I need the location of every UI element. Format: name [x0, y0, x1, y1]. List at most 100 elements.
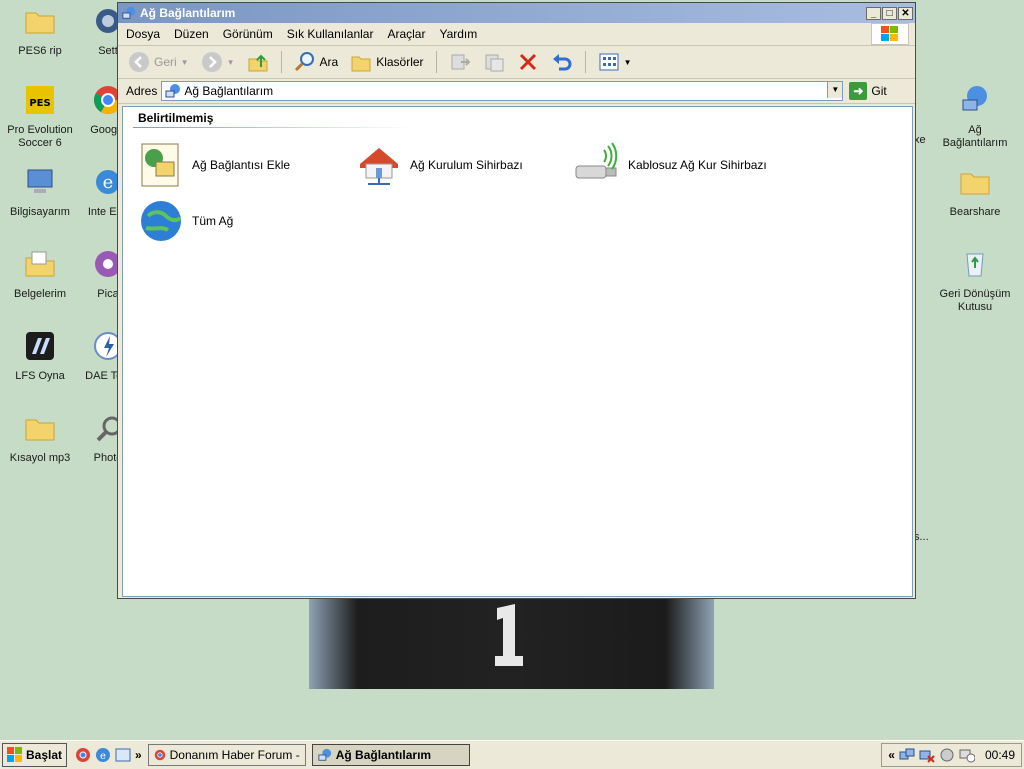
item-ag-kurulum-sihirbazi[interactable]: Ağ Kurulum Sihirbazı: [356, 142, 523, 188]
jersey-number: [495, 604, 523, 666]
toolbar-separator: [584, 51, 586, 73]
menu-dosya[interactable]: Dosya: [126, 27, 160, 41]
item-kablosuz-ag-kur-sihirbazi[interactable]: Kablosuz Ağ Kur Sihirbazı: [574, 142, 767, 188]
globe-icon: [141, 201, 182, 241]
computer-icon: [27, 169, 53, 193]
address-bar: Adres Ağ Bağlantılarım ▼ ➜ Git: [118, 79, 915, 104]
copy-to-icon: [485, 54, 504, 72]
maximize-button[interactable]: □: [882, 6, 897, 20]
go-button[interactable]: ➜ Git: [849, 82, 887, 100]
back-label: Geri: [154, 55, 177, 69]
search-label: Ara: [319, 55, 339, 69]
svg-text:e: e: [103, 172, 114, 193]
window-titlebar[interactable]: Ağ Bağlantılarım _ □ ✕: [118, 3, 915, 23]
folder-icon: [960, 173, 990, 195]
back-button[interactable]: Geri ▼: [124, 49, 193, 75]
folder-content-area[interactable]: Belirtilmemiş Ağ Bağlantısı Ekle Ağ Kuru…: [122, 106, 913, 597]
pes-icon: PES: [26, 86, 54, 114]
documents-icon: [25, 251, 55, 277]
folders-label: Klasörler: [376, 55, 424, 69]
menubar: Dosya Düzen Görünüm Sık Kullanılanlar Ar…: [118, 23, 915, 46]
move-to-button[interactable]: [445, 49, 475, 75]
chrome-icon[interactable]: [75, 747, 91, 763]
speaker-icon[interactable]: [939, 747, 955, 763]
start-label: Başlat: [26, 748, 63, 762]
desktop-icon-label: Geri Dönüşüm Kutusu: [939, 288, 1011, 313]
forward-button[interactable]: ▼: [197, 49, 239, 75]
move-to-icon: [451, 54, 470, 70]
item-ag-baglantisi-ekle[interactable]: Ağ Bağlantısı Ekle: [138, 142, 290, 188]
ie-icon[interactable]: e: [95, 747, 111, 763]
undo-icon: [552, 54, 571, 71]
menu-duzen[interactable]: Düzen: [174, 27, 209, 41]
network-tray-icon[interactable]: [899, 747, 915, 763]
folder-icon: [25, 419, 55, 441]
undo-button[interactable]: [547, 49, 577, 75]
taskbar: Başlat e » Donanım Haber Forum - G... Ağ…: [0, 740, 1024, 769]
go-label: Git: [871, 84, 887, 98]
system-tray: « 00:49: [881, 743, 1022, 767]
menu-yardim[interactable]: Yardım: [439, 27, 477, 41]
clock: 00:49: [984, 748, 1015, 762]
desktop-icon-label: Ağ Bağlantılarım: [942, 124, 1008, 149]
lfs-icon: [26, 332, 54, 360]
task-label: Donanım Haber Forum - G...: [169, 748, 300, 762]
views-button[interactable]: ▼: [594, 49, 636, 75]
folder-icon: [25, 12, 55, 34]
address-input[interactable]: Ağ Bağlantılarım ▼: [161, 81, 844, 101]
item-label: Ağ Bağlantısı Ekle: [192, 158, 291, 172]
close-button[interactable]: ✕: [898, 6, 913, 20]
svg-text:PES: PES: [29, 98, 50, 109]
delete-button[interactable]: [513, 49, 543, 75]
up-folder-button[interactable]: [243, 49, 273, 75]
address-dropdown-button[interactable]: ▼: [827, 82, 843, 98]
copy-to-button[interactable]: [479, 49, 509, 75]
desktop-icon-ag-baglantilarim[interactable]: Ağ Bağlantılarım: [935, 84, 1015, 150]
item-tum-ag[interactable]: Tüm Ağ: [138, 198, 233, 244]
folders-button[interactable]: Klasörler: [346, 49, 427, 75]
folder-up-icon: [248, 54, 268, 72]
chevron-down-icon: ▼: [226, 57, 235, 67]
group-header: Belirtilmemiş: [138, 111, 214, 125]
svg-text:e: e: [100, 751, 106, 762]
item-label: Tüm Ağ: [192, 214, 234, 228]
scheduler-icon[interactable]: [959, 747, 975, 763]
home-network-icon: [360, 148, 398, 185]
task-label: Ağ Bağlantılarım: [335, 748, 432, 762]
windows-logo-icon: [7, 747, 22, 762]
address-value: Ağ Bağlantılarım: [184, 84, 274, 98]
menu-sik-kullanilanlar[interactable]: Sık Kullanılanlar: [287, 27, 374, 41]
window-title: Ağ Bağlantılarım: [140, 6, 236, 20]
menu-gorunum[interactable]: Görünüm: [223, 27, 273, 41]
delete-x-icon: [519, 53, 536, 71]
desktop-icon-geri-donusum-kutusu[interactable]: Geri Dönüşüm Kutusu: [935, 248, 1015, 314]
network-disconnected-icon[interactable]: [919, 747, 935, 763]
toolbar: Geri ▼ ▼ Ara Klasörler ▼: [118, 46, 915, 79]
quick-launch: e »: [75, 747, 142, 763]
taskbar-item-ag-baglantilarim[interactable]: Ağ Bağlantılarım: [311, 744, 470, 766]
tray-expand-icon[interactable]: «: [888, 748, 895, 762]
quick-launch-expand-icon[interactable]: »: [135, 748, 142, 762]
start-button[interactable]: Başlat: [2, 743, 68, 767]
menu-araclar[interactable]: Araçlar: [387, 27, 425, 41]
desktop-icon-bearshare[interactable]: Bearshare: [935, 166, 1015, 219]
partial-desktop-label: s...: [914, 531, 929, 543]
browser-icon[interactable]: [115, 747, 131, 763]
network-icon: [122, 6, 136, 19]
item-label: Kablosuz Ağ Kur Sihirbazı: [628, 158, 767, 172]
search-button[interactable]: Ara: [290, 49, 343, 75]
taskbar-item-donanim-haber[interactable]: Donanım Haber Forum - G...: [147, 744, 306, 766]
go-arrow-icon: ➜: [849, 82, 868, 100]
desktop-icon-label: Bearshare: [949, 206, 1001, 218]
group-divider: [133, 127, 413, 128]
item-label: Ağ Kurulum Sihirbazı: [410, 158, 523, 172]
explorer-window: Ağ Bağlantılarım _ □ ✕ Dosya Düzen Görün…: [117, 2, 916, 599]
network-icon: [962, 86, 987, 111]
chevron-down-icon: ▼: [623, 57, 632, 67]
wireless-usb-icon: [575, 142, 618, 179]
minimize-button[interactable]: _: [866, 6, 881, 20]
search-icon: [294, 52, 314, 72]
wallpaper-photo: [309, 595, 714, 689]
network-icon: [318, 748, 331, 761]
folders-icon: [351, 56, 371, 72]
